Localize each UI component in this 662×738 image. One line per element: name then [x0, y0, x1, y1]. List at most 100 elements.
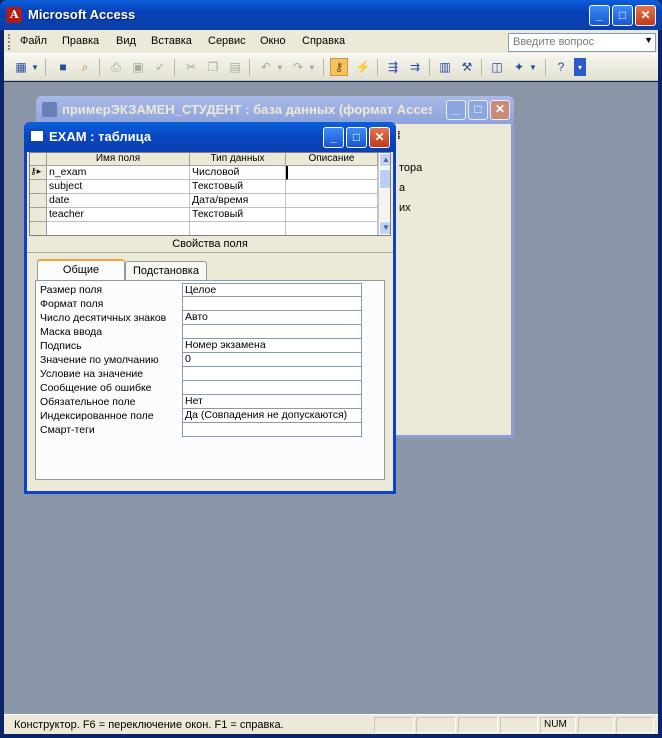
row-selector[interactable] [30, 208, 47, 222]
menu-help[interactable]: Справка [302, 35, 345, 47]
property-label: Значение по умолчанию [40, 354, 159, 366]
property-value-decimal-places[interactable]: Авто [182, 311, 362, 325]
paste-icon[interactable]: ▤ [226, 58, 244, 76]
menu-edit[interactable]: Правка [62, 35, 99, 47]
db-minimize-button[interactable]: _ [446, 100, 466, 120]
database-window-titlebar[interactable]: примерЭКЗАМЕН_СТУДЕНТ : база данных (фор… [36, 96, 514, 124]
property-value-field-size[interactable]: Целое [182, 283, 362, 297]
scroll-up-icon[interactable]: ▲ [379, 153, 390, 167]
new-object-dropdown-icon[interactable]: ▼ [528, 58, 538, 76]
insert-rows-icon[interactable]: ⇶ [384, 58, 402, 76]
field-name-cell[interactable]: n_exam [47, 166, 190, 180]
view-dropdown-icon[interactable]: ▼ [30, 58, 40, 76]
toolbar-options-icon[interactable]: ▾ [574, 58, 586, 76]
tab-general[interactable]: Общие [37, 259, 125, 281]
property-value-caption[interactable]: Номер экзамена [182, 339, 362, 353]
property-value-validation-text[interactable] [182, 381, 362, 395]
db-close-button[interactable]: ✕ [490, 100, 510, 120]
menu-file[interactable]: Файл [20, 35, 47, 47]
toolbar-separator [429, 59, 430, 76]
primary-key-icon[interactable]: ⚷ [330, 58, 348, 76]
scroll-thumb[interactable] [379, 169, 390, 189]
table-window-titlebar[interactable]: EXAM : таблица _ □ ✕ [24, 122, 396, 152]
grid-vertical-scrollbar[interactable]: ▲ ▼ [378, 153, 390, 235]
minimize-button[interactable]: _ [589, 5, 610, 26]
property-value-input-mask[interactable] [182, 325, 362, 339]
field-properties-heading: Свойства поля [172, 238, 248, 250]
ask-dropdown-icon[interactable]: ▼ [644, 35, 653, 45]
table-design-window[interactable]: EXAM : таблица _ □ ✕ Имя поля Тип данных… [24, 122, 396, 494]
data-type-cell[interactable]: Числовой [190, 166, 286, 180]
scroll-down-icon[interactable]: ▼ [379, 221, 390, 235]
db-toolbar-fragment-icon[interactable]: ⁞ [397, 130, 401, 142]
menu-view[interactable]: Вид [116, 35, 136, 47]
delete-rows-icon[interactable]: ⇉ [406, 58, 424, 76]
table-maximize-button[interactable]: □ [346, 127, 367, 148]
undo-icon[interactable]: ↶ [257, 58, 275, 76]
status-panel [374, 717, 414, 733]
menu-tools[interactable]: Сервис [208, 35, 246, 47]
property-value-validation-rule[interactable] [182, 367, 362, 381]
print-preview-icon[interactable]: ▣ [129, 58, 147, 76]
undo-dropdown-icon[interactable]: ▼ [275, 58, 285, 76]
description-cell[interactable] [286, 208, 378, 222]
row-selector-primary-key[interactable]: ⚷▸ [30, 166, 47, 180]
properties-icon[interactable]: ▥ [436, 58, 454, 76]
field-name-cell[interactable]: teacher [47, 208, 190, 222]
property-label: Маска ввода [40, 326, 103, 338]
data-type-cell[interactable]: Дата/время [190, 194, 286, 208]
db-object-fragment[interactable]: их [399, 202, 411, 214]
redo-dropdown-icon[interactable]: ▼ [307, 58, 317, 76]
db-object-fragment[interactable]: тора [399, 162, 422, 174]
field-design-grid[interactable]: Имя поля Тип данных Описание ⚷▸ n_exam Ч… [29, 152, 391, 236]
property-label: Число десятичных знаков [40, 312, 167, 324]
redo-icon[interactable]: ↷ [289, 58, 307, 76]
data-type-cell[interactable] [190, 222, 286, 235]
db-maximize-button[interactable]: □ [468, 100, 488, 120]
toolbar-separator [323, 59, 324, 76]
row-selector[interactable] [30, 194, 47, 208]
column-header-data-type: Тип данных [190, 153, 286, 166]
ask-question-input[interactable]: Введите вопрос ▼ [508, 33, 656, 52]
print-icon[interactable]: ⎙ [107, 58, 125, 76]
description-cell[interactable] [286, 222, 378, 235]
close-button[interactable]: ✕ [635, 5, 656, 26]
menu-insert[interactable]: Вставка [151, 35, 192, 47]
table-close-button[interactable]: ✕ [369, 127, 390, 148]
row-selector[interactable] [30, 180, 47, 194]
description-cell[interactable] [286, 180, 378, 194]
data-type-cell[interactable]: Текстовый [190, 208, 286, 222]
field-name-cell[interactable] [47, 222, 190, 235]
cut-icon[interactable]: ✂ [182, 58, 200, 76]
description-cell[interactable] [286, 194, 378, 208]
field-name-cell[interactable]: subject [47, 180, 190, 194]
db-object-fragment[interactable]: а [399, 182, 405, 194]
database-window-icon[interactable]: ◫ [488, 58, 506, 76]
property-value-required[interactable]: Нет [182, 395, 362, 409]
status-panel [458, 717, 498, 733]
tab-lookup[interactable]: Подстановка [125, 261, 207, 281]
view-icon[interactable]: ▦ [12, 58, 30, 76]
app-titlebar[interactable]: Microsoft Access _ □ ✕ [0, 0, 662, 30]
save-icon[interactable]: ■ [54, 58, 72, 76]
data-type-cell[interactable]: Текстовый [190, 180, 286, 194]
field-name-cell[interactable]: date [47, 194, 190, 208]
menubar-grip[interactable] [8, 34, 11, 50]
description-cell[interactable] [286, 166, 378, 180]
help-icon[interactable]: ? [552, 58, 570, 76]
property-value-smart-tags[interactable] [182, 423, 362, 437]
new-object-icon[interactable]: ✦ [510, 58, 528, 76]
table-minimize-button[interactable]: _ [323, 127, 344, 148]
properties-divider [27, 252, 393, 253]
build-icon[interactable]: ⚒ [458, 58, 476, 76]
menu-window[interactable]: Окно [260, 35, 286, 47]
indexes-icon[interactable]: ⚡ [354, 58, 372, 76]
copy-icon[interactable]: ❐ [204, 58, 222, 76]
search-file-icon[interactable]: ⌕ [76, 58, 94, 76]
property-value-indexed[interactable]: Да (Совпадения не допускаются) [182, 409, 362, 423]
row-selector[interactable] [30, 222, 47, 235]
property-value-format[interactable] [182, 297, 362, 311]
spelling-icon[interactable]: ✓ [151, 58, 169, 76]
property-value-default[interactable]: 0 [182, 353, 362, 367]
maximize-button[interactable]: □ [612, 5, 633, 26]
